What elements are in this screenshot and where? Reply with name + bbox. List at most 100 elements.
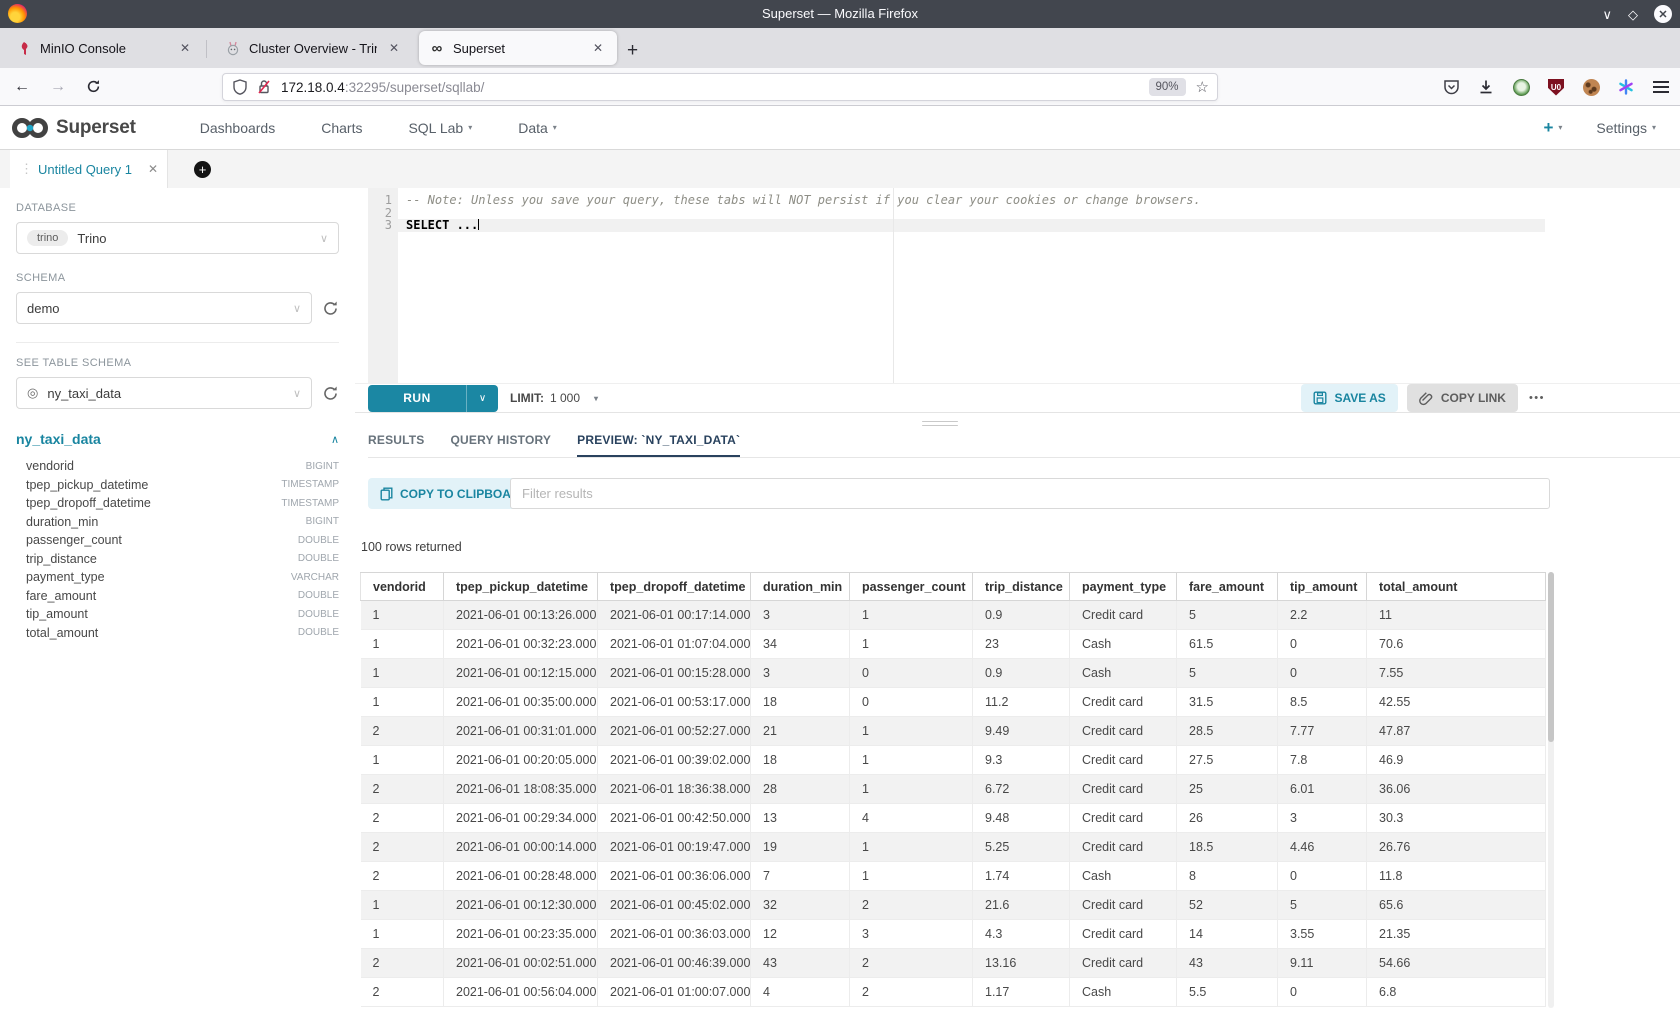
- column-header[interactable]: trip_distance: [973, 573, 1070, 601]
- column-header[interactable]: payment_type: [1070, 573, 1177, 601]
- table-cell: 61.5: [1177, 630, 1278, 659]
- column-header[interactable]: vendorid: [361, 573, 444, 601]
- asterisk-extension-icon[interactable]: [1617, 78, 1635, 96]
- table-cell: 26.76: [1367, 833, 1546, 862]
- column-header[interactable]: fare_amount: [1177, 573, 1278, 601]
- pocket-icon[interactable]: [1442, 78, 1460, 96]
- url-bar[interactable]: 172.18.0.4:32295/superset/sqllab/ 90% ☆: [222, 73, 1218, 101]
- downloads-icon[interactable]: [1477, 78, 1495, 96]
- table-cell: 18: [751, 746, 850, 775]
- browser-tab-minio[interactable]: MinIO Console ✕: [6, 31, 204, 65]
- drag-grip-icon[interactable]: ⋮: [20, 161, 31, 177]
- scrollbar-thumb[interactable]: [1548, 572, 1554, 742]
- table-cell: 2: [850, 978, 973, 1007]
- superset-brand[interactable]: Superset: [10, 116, 136, 140]
- maximize-icon[interactable]: ◇: [1628, 8, 1638, 21]
- table-cell: 9.3: [973, 746, 1070, 775]
- column-header[interactable]: duration_min: [751, 573, 850, 601]
- nav-item-dashboards[interactable]: Dashboards: [200, 120, 276, 136]
- privacy-badger-icon[interactable]: [1512, 78, 1530, 96]
- column-header[interactable]: tpep_dropoff_datetime: [598, 573, 751, 601]
- table-cell: Cash: [1070, 659, 1177, 688]
- column-header[interactable]: passenger_count: [850, 573, 973, 601]
- bookmark-star-icon[interactable]: ☆: [1196, 78, 1209, 96]
- reload-button[interactable]: [86, 79, 101, 94]
- column-header[interactable]: total_amount: [1367, 573, 1546, 601]
- table-cell: 26: [1177, 804, 1278, 833]
- table-header-row: vendoridtpep_pickup_datetimetpep_dropoff…: [361, 573, 1546, 601]
- table-cell: 2021-06-01 00:46:39.000: [598, 949, 751, 978]
- nav-item-sqllab[interactable]: SQL Lab▾: [408, 120, 472, 136]
- sql-editor[interactable]: 123 -- Note: Unless you save your query,…: [368, 188, 1680, 383]
- column-header[interactable]: tip_amount: [1278, 573, 1367, 601]
- screen: Superset — Mozilla Firefox ∨ ◇ ✕ MinIO C…: [0, 0, 1680, 1012]
- table-row: 22021-06-01 00:00:14.0002021-06-01 00:19…: [361, 833, 1546, 862]
- add-new-button[interactable]: +▾: [1543, 118, 1562, 138]
- column-name: vendorid: [26, 459, 74, 473]
- table-row: 12021-06-01 00:13:26.0002021-06-01 00:17…: [361, 601, 1546, 630]
- table-cell: 2.2: [1278, 601, 1367, 630]
- settings-menu[interactable]: Settings▾: [1596, 120, 1656, 136]
- sql-comment-line: -- Note: Unless you save your query, the…: [398, 194, 1680, 207]
- table-cell: 1: [361, 688, 444, 717]
- query-tab-active[interactable]: ⋮ Untitled Query 1 ✕: [10, 150, 168, 188]
- column-name: passenger_count: [26, 533, 122, 547]
- tab-results[interactable]: RESULTS: [368, 425, 425, 457]
- limit-dropdown[interactable]: LIMIT: 1 000 ▾: [510, 391, 598, 405]
- tab-close-icon[interactable]: ✕: [176, 39, 194, 57]
- chevron-down-icon: ∨: [320, 232, 328, 245]
- superset-favicon: ∞: [429, 40, 445, 56]
- table-cell: 9.48: [973, 804, 1070, 833]
- minimize-icon[interactable]: ∨: [1602, 8, 1612, 21]
- cookie-extension-icon[interactable]: [1582, 78, 1600, 96]
- refresh-schema-icon[interactable]: [322, 300, 339, 317]
- more-options-button[interactable]: •••: [1529, 392, 1545, 404]
- nav-item-data[interactable]: Data▾: [518, 120, 557, 136]
- table-cell: 2021-06-01 00:17:14.000: [598, 601, 751, 630]
- chevron-down-icon: ▾: [468, 123, 472, 132]
- table-cell: 43: [751, 949, 850, 978]
- refresh-table-icon[interactable]: [322, 385, 339, 402]
- table-row: 12021-06-01 00:23:35.0002021-06-01 00:36…: [361, 920, 1546, 949]
- add-query-tab-button[interactable]: +: [194, 161, 211, 178]
- table-cell: 18: [751, 688, 850, 717]
- tab-close-icon[interactable]: ✕: [385, 39, 403, 57]
- run-options-caret[interactable]: ∨: [466, 385, 498, 412]
- tab-preview[interactable]: PREVIEW: `NY_TAXI_DATA`: [577, 425, 740, 457]
- table-cell: 11.2: [973, 688, 1070, 717]
- back-button[interactable]: ←: [14, 78, 30, 96]
- chevron-up-icon[interactable]: ∧: [331, 433, 339, 446]
- new-tab-button[interactable]: +: [627, 41, 638, 60]
- browser-tab-superset[interactable]: ∞ Superset ✕: [419, 31, 617, 65]
- table-cell: 34: [751, 630, 850, 659]
- copy-link-button[interactable]: COPY LINK: [1407, 384, 1518, 412]
- browser-tab-trino[interactable]: Cluster Overview - Trino ✕: [215, 31, 413, 65]
- nav-item-charts[interactable]: Charts: [321, 120, 362, 136]
- table-cell: 2: [361, 775, 444, 804]
- window-close-icon[interactable]: ✕: [1654, 5, 1672, 23]
- column-header[interactable]: tpep_pickup_datetime: [444, 573, 598, 601]
- filter-results-input[interactable]: [510, 478, 1550, 509]
- save-as-button[interactable]: SAVE AS: [1301, 384, 1397, 412]
- table-cell: 1: [850, 630, 973, 659]
- schema-select[interactable]: demo ∨: [16, 292, 312, 324]
- tab-close-icon[interactable]: ✕: [589, 39, 607, 57]
- results-scrollbar[interactable]: [1548, 572, 1554, 1008]
- lock-insecure-icon[interactable]: [255, 78, 273, 96]
- forward-button[interactable]: →: [50, 78, 66, 96]
- column-row: vendorid BIGINT: [26, 457, 339, 476]
- window-title: Superset — Mozilla Firefox: [0, 0, 1680, 28]
- table-select[interactable]: ◎ ny_taxi_data ∨: [16, 377, 312, 409]
- tab-query-history[interactable]: QUERY HISTORY: [451, 425, 552, 457]
- database-select[interactable]: trino Trino ∨: [16, 222, 339, 254]
- table-schema-title[interactable]: ny_taxi_data: [16, 431, 101, 447]
- run-button[interactable]: RUN ∨: [368, 385, 498, 412]
- table-cell: 2: [361, 978, 444, 1007]
- shield-icon[interactable]: [231, 78, 249, 96]
- url-path: :32295/superset/sqllab/: [345, 80, 485, 95]
- zoom-level-badge[interactable]: 90%: [1149, 78, 1186, 96]
- column-row: total_amount DOUBLE: [26, 624, 339, 643]
- ublock-icon[interactable]: U0: [1547, 78, 1565, 96]
- query-tab-close-icon[interactable]: ✕: [148, 162, 158, 176]
- menu-icon[interactable]: [1652, 78, 1670, 96]
